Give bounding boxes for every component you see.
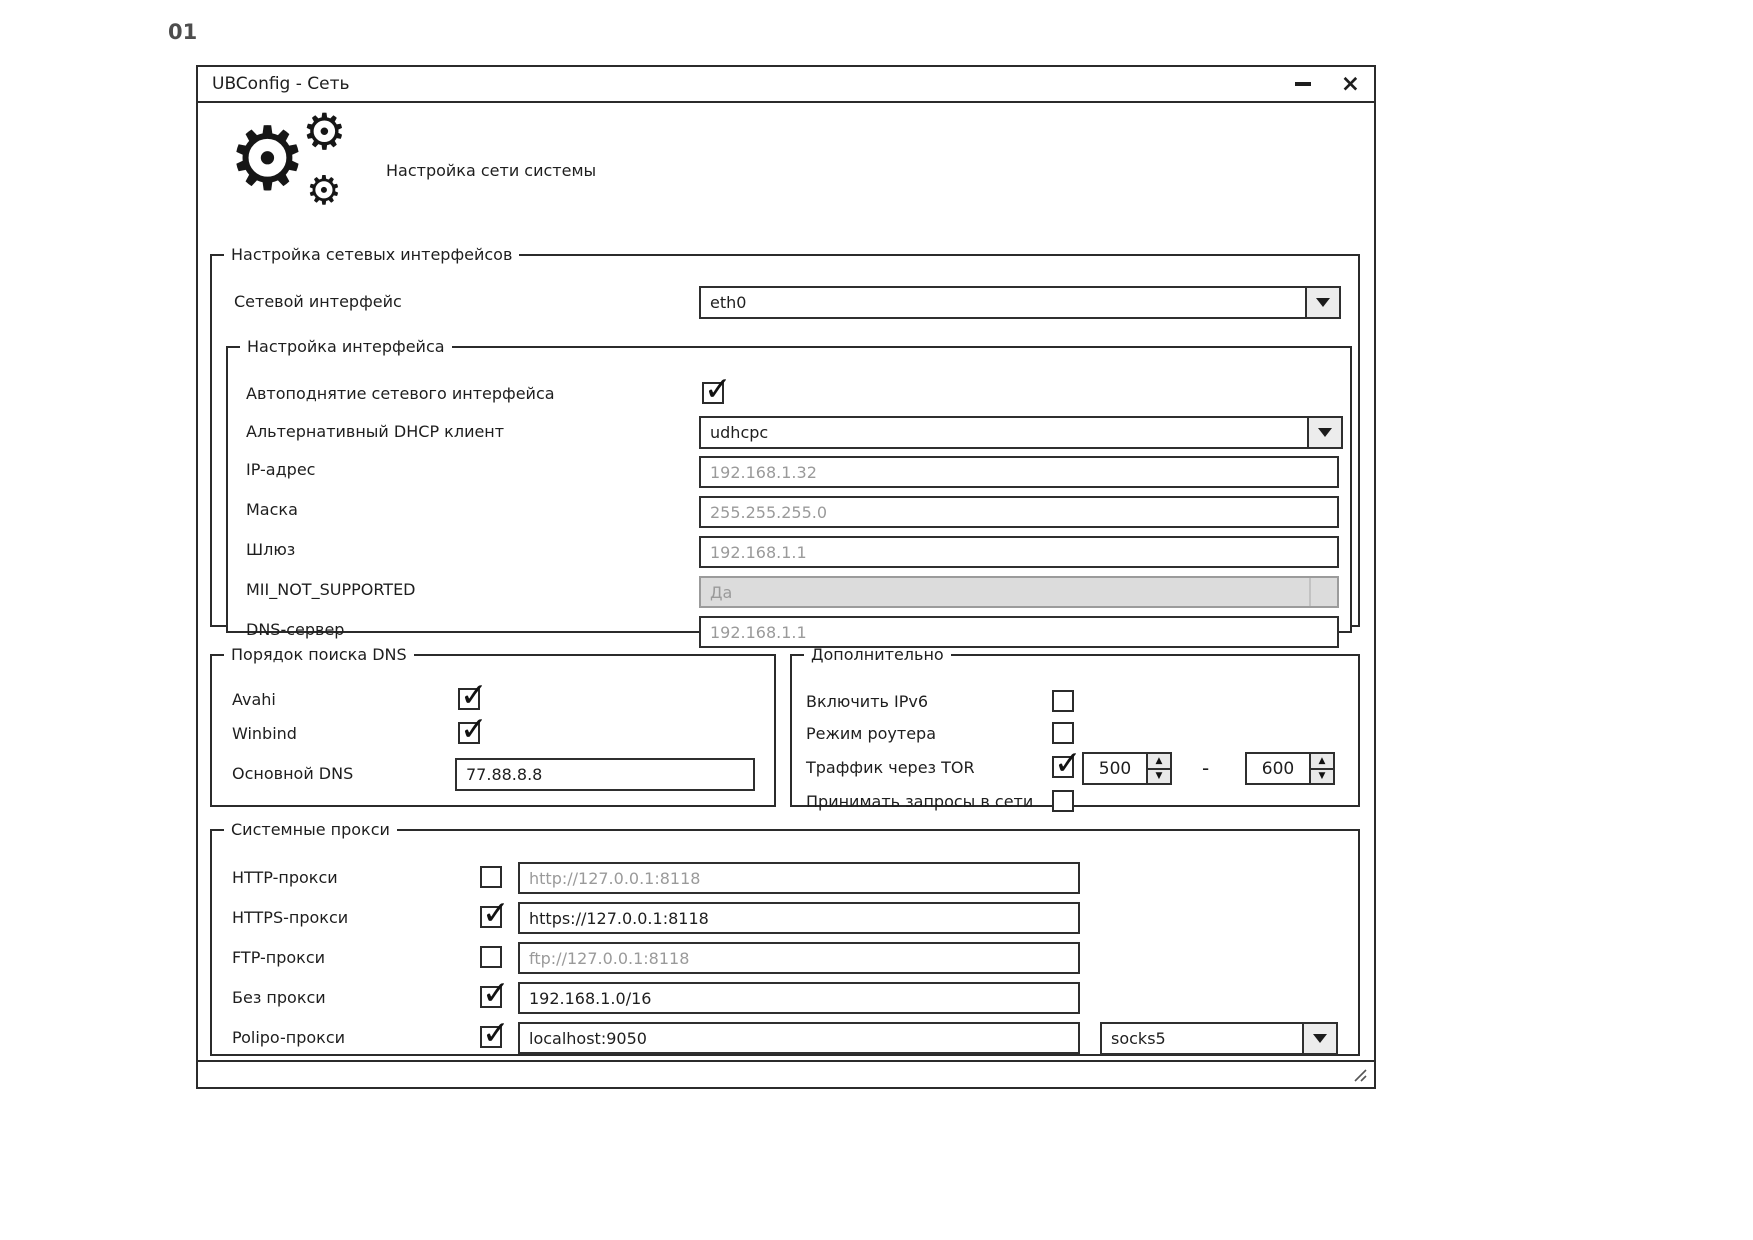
window-title: UBConfig - Сеть [212, 74, 350, 94]
dhcp-client-select[interactable]: udhcpc [699, 416, 1343, 449]
tor-port-to-spinner[interactable]: 600 ▲ ▼ [1245, 752, 1335, 785]
mii-field: Да [699, 576, 1339, 608]
ipv6-checkbox[interactable] [1052, 690, 1074, 712]
network-interfaces-group: Настройка сетевых интерфейсов Сетевой ин… [210, 245, 1360, 627]
interface-label: Сетевой интерфейс [234, 292, 402, 311]
titlebar: UBConfig - Сеть × [198, 67, 1374, 103]
polipo-proxy-checkbox[interactable] [480, 1026, 502, 1048]
router-mode-label: Режим роутера [806, 724, 936, 743]
dns-server-label: DNS-сервер [246, 620, 344, 639]
resize-grip-icon[interactable] [1352, 1067, 1368, 1083]
dns-server-input[interactable] [699, 616, 1339, 648]
spinner-up-icon[interactable]: ▲ [1148, 754, 1170, 770]
avahi-checkbox[interactable] [458, 688, 480, 710]
ubconfig-window: UBConfig - Сеть × ⚙ ⚙ ⚙ Настройка сети с… [196, 65, 1376, 1089]
dns-order-group: Порядок поиска DNS Avahi Winbind Основно… [210, 645, 776, 807]
dhcp-client-select-value: udhcpc [701, 418, 1307, 447]
interface-select[interactable]: eth0 [699, 286, 1341, 319]
tor-label: Траффик через TOR [806, 758, 975, 777]
polipo-proxy-label: Polipo-прокси [232, 1028, 345, 1047]
socks5-select[interactable]: socks5 [1100, 1022, 1338, 1055]
mii-field-value: Да [710, 583, 732, 602]
mii-label: MII_NOT_SUPPORTED [246, 580, 416, 599]
avahi-label: Avahi [232, 690, 276, 709]
socks5-select-button[interactable] [1302, 1024, 1336, 1053]
winbind-label: Winbind [232, 724, 297, 743]
tor-range-separator: - [1202, 756, 1209, 780]
http-proxy-checkbox[interactable] [480, 866, 502, 888]
dns-order-legend: Порядок поиска DNS [224, 645, 414, 664]
additional-group: Дополнительно Включить IPv6 Режим роутер… [790, 645, 1360, 807]
ftp-proxy-checkbox[interactable] [480, 946, 502, 968]
mask-input[interactable] [699, 496, 1339, 528]
interface-select-button[interactable] [1305, 288, 1339, 317]
no-proxy-checkbox[interactable] [480, 986, 502, 1008]
spinner-down-icon[interactable]: ▼ [1311, 770, 1333, 784]
minimize-icon[interactable] [1295, 82, 1311, 86]
gateway-input[interactable] [699, 536, 1339, 568]
primary-dns-input[interactable] [455, 758, 755, 791]
gear-small-icon: ⚙ [306, 171, 342, 211]
auto-up-checkbox[interactable] [702, 382, 724, 404]
mask-label: Маска [246, 500, 298, 519]
https-proxy-checkbox[interactable] [480, 906, 502, 928]
http-proxy-input[interactable] [518, 862, 1080, 894]
tor-port-from-arrows: ▲ ▼ [1146, 754, 1170, 783]
winbind-checkbox[interactable] [458, 722, 480, 744]
close-icon[interactable]: × [1341, 73, 1360, 96]
ftp-proxy-label: FTP-прокси [232, 948, 325, 967]
tor-port-from-spinner[interactable]: 500 ▲ ▼ [1082, 752, 1172, 785]
chevron-down-icon [1316, 298, 1330, 307]
interface-settings-group: Настройка интерфейса Автоподнятие сетево… [226, 337, 1352, 633]
gear-large-icon: ⚙ [228, 115, 307, 203]
tor-port-to-value: 600 [1247, 754, 1309, 783]
https-proxy-label: HTTPS-прокси [232, 908, 348, 927]
window-controls: × [1295, 73, 1360, 96]
additional-legend: Дополнительно [804, 645, 951, 664]
system-proxies-legend: Системные прокси [224, 820, 397, 839]
auto-up-label: Автоподнятие сетевого интерфейса [246, 384, 555, 403]
interface-select-value: eth0 [701, 288, 1305, 317]
ftp-proxy-input[interactable] [518, 942, 1080, 974]
ip-label: IP-адрес [246, 460, 315, 479]
ip-input[interactable] [699, 456, 1339, 488]
network-interfaces-legend: Настройка сетевых интерфейсов [224, 245, 519, 264]
app-header: ⚙ ⚙ ⚙ Настройка сети системы [234, 117, 596, 223]
mii-field-divider [1309, 578, 1311, 606]
spinner-up-icon[interactable]: ▲ [1311, 754, 1333, 770]
https-proxy-input[interactable] [518, 902, 1080, 934]
polipo-proxy-input[interactable] [518, 1022, 1080, 1054]
tor-checkbox[interactable] [1052, 756, 1074, 778]
gears-icon: ⚙ ⚙ ⚙ [234, 117, 352, 223]
accept-requests-label: Принимать запросы в сети [806, 792, 1033, 811]
no-proxy-label: Без прокси [232, 988, 326, 1007]
dhcp-client-select-button[interactable] [1307, 418, 1341, 447]
accept-requests-checkbox[interactable] [1052, 790, 1074, 812]
primary-dns-label: Основной DNS [232, 764, 353, 783]
no-proxy-input[interactable] [518, 982, 1080, 1014]
chevron-down-icon [1313, 1034, 1327, 1043]
chevron-down-icon [1318, 428, 1332, 437]
ipv6-label: Включить IPv6 [806, 692, 928, 711]
system-proxies-group: Системные прокси HTTP-прокси HTTPS-прокс… [210, 820, 1360, 1056]
socks5-select-value: socks5 [1102, 1024, 1302, 1053]
tor-port-from-value: 500 [1084, 754, 1146, 783]
page-title: Настройка сети системы [386, 161, 596, 180]
http-proxy-label: HTTP-прокси [232, 868, 338, 887]
spinner-down-icon[interactable]: ▼ [1148, 770, 1170, 784]
status-bar [198, 1060, 1374, 1087]
gateway-label: Шлюз [246, 540, 295, 559]
dhcp-client-label: Альтернативный DHCP клиент [246, 422, 504, 441]
figure-label: 01 [168, 20, 197, 44]
gear-medium-icon: ⚙ [302, 107, 347, 157]
router-mode-checkbox[interactable] [1052, 722, 1074, 744]
tor-port-to-arrows: ▲ ▼ [1309, 754, 1333, 783]
interface-settings-legend: Настройка интерфейса [240, 337, 452, 356]
